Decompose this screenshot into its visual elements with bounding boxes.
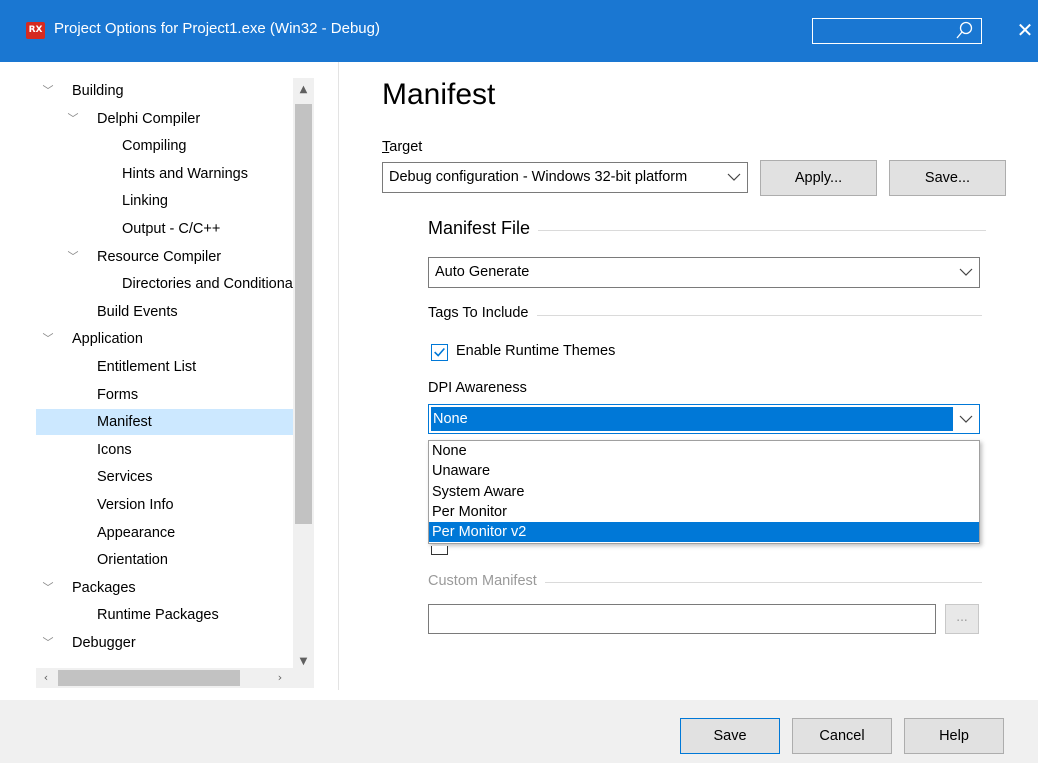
tree-item-label: Orientation: [97, 552, 168, 569]
tree-item-label: Entitlement List: [97, 359, 197, 375]
pane-splitter[interactable]: [338, 62, 339, 690]
page-title: Manifest: [382, 78, 496, 111]
options-tree[interactable]: ﹀ Building ﹀ Delphi Compiler Compiling Hints …: [36, 78, 314, 694]
apply-button[interactable]: Apply...: [760, 160, 877, 196]
tree-item-label: Appearance: [97, 524, 176, 541]
tree-item-label: Output - C/C++: [122, 221, 221, 237]
custom-manifest-title: Custom Manifest: [428, 573, 545, 589]
checkmark-icon: [434, 348, 445, 357]
tree-item-label: Icons: [97, 441, 132, 458]
dialog-body: ﹀ Building ﹀ Delphi Compiler Compiling Hints …: [0, 62, 1038, 700]
enable-themes-checkbox[interactable]: [431, 344, 448, 361]
tree-item[interactable]: Forms: [36, 382, 293, 408]
tree-item-label: Resource Compiler: [97, 248, 222, 265]
target-value: Debug configuration - Windows 32-bit pla…: [389, 169, 688, 185]
save-target-button[interactable]: Save...: [889, 160, 1006, 196]
dpi-option-per-monitor[interactable]: Per Monitor: [429, 502, 979, 522]
app-icon: RX: [26, 22, 45, 39]
tree-item-label: Build Events: [97, 303, 178, 320]
tree-item-label: Manifest: [97, 414, 152, 431]
tree-item[interactable]: Appearance: [36, 520, 293, 546]
custom-manifest-input[interactable]: [428, 604, 936, 634]
tags-title: Tags To Include: [428, 305, 537, 321]
tree-item[interactable]: Hints and Warnings: [36, 161, 293, 187]
chevron-down-icon[interactable]: ﹀: [40, 630, 56, 656]
tree-item-label: Services: [97, 469, 153, 486]
scroll-up-icon[interactable]: ▲: [293, 80, 314, 100]
tree-item-label: Debugger: [72, 635, 136, 651]
manifest-mode-value: Auto Generate: [435, 264, 530, 280]
tree-item-label: Runtime Packages: [97, 607, 219, 624]
tree-item-label: Linking: [122, 193, 168, 210]
scroll-left-icon[interactable]: ‹: [36, 668, 56, 688]
chevron-down-icon[interactable]: [957, 263, 975, 281]
tree-item-label: Application: [72, 331, 143, 348]
manifest-file-title: Manifest File: [428, 218, 539, 239]
tree-item[interactable]: Output - C/C++: [36, 216, 293, 242]
hidden-checkbox[interactable]: [431, 546, 448, 555]
tree-item[interactable]: ﹀ Resource Compiler: [36, 244, 293, 270]
window-title: Project Options for Project1.exe (Win32 …: [54, 20, 380, 37]
tree-item-label: Packages: [72, 579, 136, 596]
browse-button[interactable]: ...: [945, 604, 979, 634]
tree-item[interactable]: Icons: [36, 437, 293, 463]
tree-item[interactable]: ﹀ Application: [36, 326, 293, 352]
dpi-awareness-label: DPI Awareness: [428, 380, 527, 396]
scroll-right-icon[interactable]: ›: [270, 668, 290, 688]
chevron-down-icon[interactable]: ﹀: [65, 106, 81, 132]
tree-item[interactable]: Services: [36, 464, 293, 490]
cancel-button[interactable]: Cancel: [792, 718, 892, 754]
tree-item[interactable]: ﹀ Debugger: [36, 630, 293, 656]
dpi-option-unaware[interactable]: Unaware: [429, 461, 979, 481]
tree-vertical-scrollbar[interactable]: ▲ ▼: [293, 78, 314, 668]
tree-item-label: Directories and Conditionals: [122, 276, 293, 293]
tree-horizontal-scrollbar[interactable]: ‹ ›: [36, 668, 314, 688]
manifest-mode-combo[interactable]: Auto Generate: [428, 257, 980, 288]
target-label: Target: [382, 139, 423, 155]
scroll-thumb-horizontal[interactable]: [58, 670, 240, 686]
search-icon[interactable]: [955, 21, 973, 41]
chevron-down-icon[interactable]: [725, 168, 743, 186]
dpi-options-list[interactable]: None Unaware System Aware Per Monitor Pe…: [428, 440, 980, 544]
tree-item[interactable]: ﹀ Delphi Compiler: [36, 106, 293, 132]
tree-item[interactable]: Orientation: [36, 547, 293, 573]
tree-item[interactable]: ﹀ Packages: [36, 575, 293, 601]
chevron-down-icon[interactable]: ﹀: [40, 326, 56, 352]
tree-item-label: Compiling: [122, 138, 187, 155]
tree-item-label: Hints and Warnings: [122, 165, 248, 182]
tree-item-label: Building: [72, 83, 124, 99]
tree-item[interactable]: Entitlement List: [36, 354, 293, 380]
chevron-down-icon[interactable]: ﹀: [40, 78, 56, 104]
chevron-down-icon[interactable]: ﹀: [40, 575, 56, 601]
tree-item[interactable]: Version Info: [36, 492, 293, 518]
help-button[interactable]: Help: [904, 718, 1004, 754]
save-button[interactable]: Save: [680, 718, 780, 754]
tree-item-label: Delphi Compiler: [97, 110, 201, 127]
tree-item-label: Forms: [97, 386, 139, 403]
tree-item[interactable]: Linking: [36, 188, 293, 214]
tree-item[interactable]: Directories and Conditionals: [36, 271, 293, 297]
chevron-down-icon[interactable]: ﹀: [65, 244, 81, 270]
tree-item-label: Version Info: [97, 497, 174, 513]
dpi-option-none[interactable]: None: [429, 441, 979, 461]
enable-themes-label[interactable]: Enable Runtime Themes: [456, 343, 615, 359]
tree-item[interactable]: ﹀ Building: [36, 78, 293, 104]
tree-item[interactable]: Runtime Packages: [36, 602, 293, 628]
dpi-awareness-value: None: [431, 407, 953, 431]
dialog-footer: Save Cancel Help: [0, 700, 1038, 763]
dpi-option-system-aware[interactable]: System Aware: [429, 482, 979, 502]
title-search-input[interactable]: [812, 18, 982, 44]
dpi-awareness-combo[interactable]: None: [428, 404, 980, 434]
close-icon[interactable]: ✕: [1012, 16, 1038, 44]
target-combo[interactable]: Debug configuration - Windows 32-bit pla…: [382, 162, 748, 193]
tree-item[interactable]: Build Events: [36, 299, 293, 325]
tree-item[interactable]: Compiling: [36, 133, 293, 159]
title-bar: RX Project Options for Project1.exe (Win…: [0, 0, 1038, 62]
chevron-down-icon[interactable]: [957, 410, 975, 428]
scroll-thumb[interactable]: [295, 104, 312, 524]
dpi-option-per-monitor-v2[interactable]: Per Monitor v2: [429, 522, 979, 542]
tree-item[interactable]: Manifest: [36, 409, 293, 436]
